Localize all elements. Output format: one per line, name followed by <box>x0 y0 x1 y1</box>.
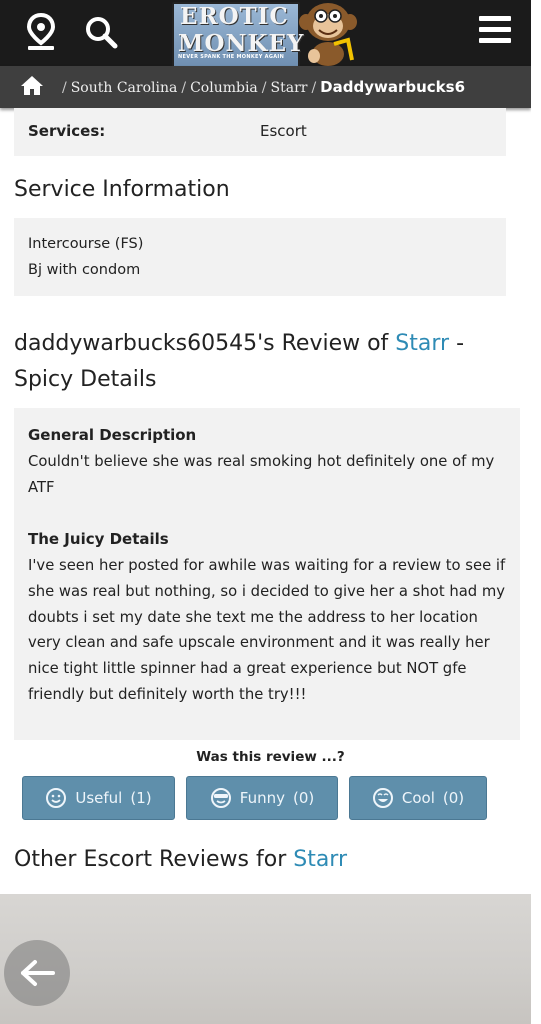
breadcrumb-item-starr[interactable]: Starr <box>271 80 308 96</box>
breadcrumb-item-south-carolina[interactable]: South Carolina <box>71 80 178 96</box>
search-icon[interactable] <box>82 12 120 52</box>
services-label: Services: <box>28 122 106 140</box>
juicy-details-text: I've seen her posted for awhile was wait… <box>28 557 506 703</box>
photo-divider <box>0 874 541 894</box>
hamburger-menu-icon[interactable] <box>479 16 511 46</box>
breadcrumb-path: / South Carolina / Columbia / Starr / Daddywarb… <box>58 78 465 96</box>
review-heading-suffix: - <box>449 331 465 356</box>
service-item: Bj with condom <box>28 262 141 278</box>
other-reviews-provider-link[interactable]: Starr <box>293 847 347 872</box>
grin-face-icon <box>372 788 393 808</box>
provider-link[interactable]: Starr <box>395 331 449 356</box>
review-box: General Description Couldn't believe she… <box>14 408 520 740</box>
other-reviews-heading: Other Escort Reviews for Starr <box>14 842 347 878</box>
logo-word-monkey: MONKEY <box>178 30 305 57</box>
breadcrumb-item-columbia[interactable]: Columbia <box>190 80 258 96</box>
general-description-text: Couldn't believe she was real smoking ho… <box>28 453 495 496</box>
breadcrumb-separator: / <box>62 80 67 96</box>
page: EROTIC MONKEY NEVER SPANK THE MONKEY AGA… <box>0 0 541 1024</box>
services-value: Escort <box>260 122 307 140</box>
useful-button[interactable]: Useful (1) <box>22 776 175 820</box>
review-heading: daddywarbucks60545's Review of Starr - Sp… <box>14 326 504 398</box>
review-feedback-prompt: Was this review ...? <box>196 749 345 765</box>
cool-button[interactable]: Cool (0) <box>349 776 487 820</box>
service-info-box: Intercourse (FS) Bj with condom <box>14 218 506 296</box>
funny-count: (0) <box>292 789 315 807</box>
header-left-icons <box>22 12 120 52</box>
home-icon[interactable] <box>20 74 44 100</box>
breadcrumb: / South Carolina / Columbia / Starr / Daddywarb… <box>0 66 531 108</box>
useful-label: Useful <box>75 789 123 807</box>
general-description-label: General Description <box>28 426 197 444</box>
funny-label: Funny <box>239 789 285 807</box>
breadcrumb-separator: / <box>261 80 267 96</box>
review-heading-prefix: daddywarbucks60545's Review of <box>14 331 396 356</box>
useful-count: (1) <box>130 789 152 807</box>
breadcrumb-separator: / <box>311 80 317 96</box>
other-reviews-prefix: Other Escort Reviews for <box>14 847 294 872</box>
logo-tagline: NEVER SPANK THE MONKEY AGAIN <box>178 54 285 60</box>
service-item: Intercourse (FS) <box>28 236 144 252</box>
review-heading-line2: Spicy Details <box>14 367 157 392</box>
photo-area <box>0 874 541 1024</box>
screen-edge <box>531 0 541 1024</box>
details-box: Services: Escort <box>14 108 506 156</box>
logo-word-erotic: EROTIC <box>180 3 289 30</box>
smile-icon <box>46 788 67 808</box>
cool-label: Cool <box>401 789 435 807</box>
cool-count: (0) <box>442 789 465 807</box>
site-header: EROTIC MONKEY NEVER SPANK THE MONKEY AGA… <box>0 0 541 68</box>
juicy-details-label: The Juicy Details <box>28 530 169 548</box>
breadcrumb-separator: / <box>181 80 187 96</box>
location-pin-icon[interactable] <box>22 12 60 52</box>
breadcrumb-current: Daddywarbucks6 <box>320 78 466 96</box>
site-logo[interactable]: EROTIC MONKEY NEVER SPANK THE MONKEY AGA… <box>172 0 368 68</box>
funny-button[interactable]: Funny (0) <box>186 776 338 820</box>
service-info-heading: Service Information <box>14 177 230 202</box>
back-arrow-icon[interactable] <box>4 940 70 1006</box>
monkey-mascot-icon <box>299 3 357 66</box>
sunglasses-face-icon <box>210 788 231 808</box>
